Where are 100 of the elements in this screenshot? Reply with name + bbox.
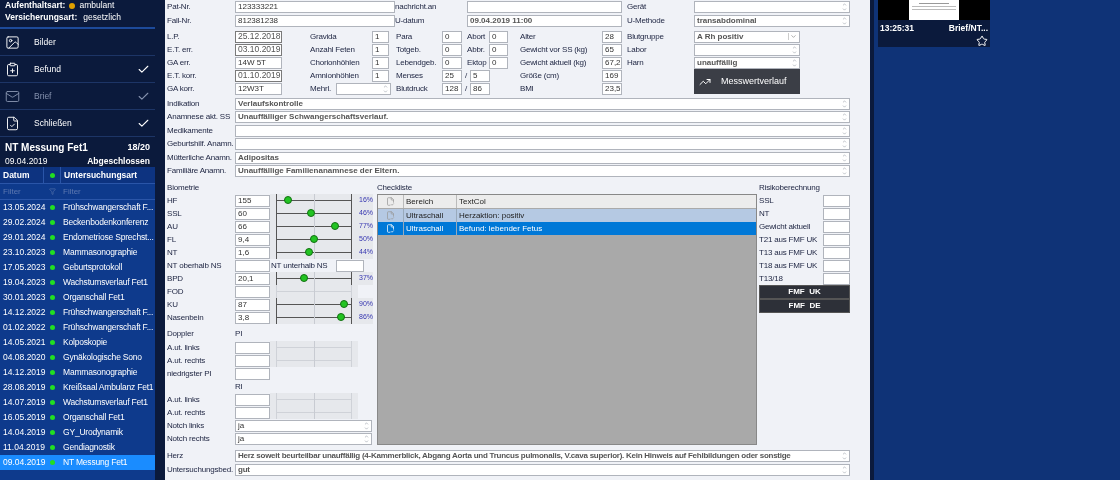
exam-list-row[interactable]: 29.01.2024 Endometriose Sprechst... <box>0 230 155 245</box>
input-field[interactable]: unauffällig <box>694 56 800 69</box>
input-field[interactable] <box>235 138 850 151</box>
exam-list-row[interactable]: 13.05.2024 Frühschwangerschaft F... <box>0 200 155 215</box>
exam-list-row[interactable]: 23.10.2023 Mammasonographie <box>0 245 155 260</box>
input-field[interactable]: 25 <box>442 69 462 82</box>
spinner-icon[interactable] <box>842 139 847 150</box>
slider[interactable] <box>276 298 352 311</box>
input-field[interactable]: 09.04.2019 11:00 <box>467 15 622 27</box>
input-field[interactable]: 67,2 <box>602 56 622 69</box>
input-field[interactable]: A Rh positiv <box>694 30 800 43</box>
input-field[interactable]: 86 <box>470 82 490 95</box>
input-field[interactable] <box>823 207 850 220</box>
input-field[interactable] <box>694 43 800 56</box>
input-field[interactable] <box>694 1 850 13</box>
slider[interactable] <box>276 207 352 220</box>
spinner-icon[interactable] <box>364 420 369 431</box>
slider-thumb[interactable] <box>284 196 293 204</box>
input-field[interactable]: 14W 5T <box>235 56 282 69</box>
spinner-icon[interactable] <box>364 433 369 444</box>
input-field[interactable]: 0 <box>489 30 508 43</box>
spinner-icon[interactable] <box>842 2 847 12</box>
spinner-icon[interactable] <box>842 125 847 136</box>
slider-thumb[interactable] <box>305 248 314 256</box>
exam-list-row[interactable]: 30.01.2023 Organschall Fet1 <box>0 290 155 305</box>
spinner-icon[interactable] <box>792 57 797 68</box>
exam-list-row[interactable]: 01.02.2022 Frühschwangerschaft F... <box>0 320 155 335</box>
input-field[interactable]: 03.10.2019 <box>235 43 282 56</box>
exam-list-row[interactable]: 11.04.2019 Gendiagnostik <box>0 440 155 455</box>
exam-list-row[interactable]: 29.02.2024 Beckenbodenkonferenz <box>0 215 155 230</box>
input-field[interactable]: Unauffälliger Schwangerschaftsverlauf. <box>235 111 850 124</box>
input-field[interactable] <box>467 1 622 13</box>
input-field[interactable]: gut <box>235 464 850 476</box>
exam-list-row[interactable]: 04.08.2020 Gynäkologische Sono <box>0 350 155 365</box>
input-field[interactable]: Verlaufskontrolle <box>235 97 850 110</box>
input-field[interactable]: 0 <box>442 30 462 43</box>
spinner-icon[interactable] <box>842 152 847 163</box>
input-field[interactable]: 1 <box>372 30 389 43</box>
exam-list-row[interactable]: 14.04.2019 GY_Urodynamik <box>0 425 155 440</box>
input-field[interactable]: 66 <box>235 220 270 233</box>
input-field[interactable]: 0 <box>442 56 462 69</box>
input-field[interactable]: 25.12.2018 <box>235 30 282 43</box>
checklist-row[interactable]: Ultraschall Befund: lebender Fetus <box>378 222 756 235</box>
input-field[interactable] <box>235 367 270 380</box>
input-field[interactable]: Herz soweit beurteilbar unauffällig (4-Kammerblick, Abgang Aorta und Truncus pulmonalis, V.cava superior). Kein Hinweis auf Fehlbildungen oder sonstige <box>235 450 850 462</box>
input-field[interactable]: ja <box>235 432 372 445</box>
input-field[interactable] <box>823 246 850 259</box>
slider-thumb[interactable] <box>306 209 315 217</box>
spinner-icon[interactable] <box>842 16 847 26</box>
spinner-icon[interactable] <box>842 98 847 109</box>
input-field[interactable]: 169 <box>602 69 622 82</box>
slider-thumb[interactable] <box>340 300 349 308</box>
input-field[interactable]: ja <box>235 419 372 432</box>
input-field[interactable] <box>235 393 270 406</box>
input-field[interactable]: Unauffällige Familienanamnese der Eltern. <box>235 165 850 178</box>
input-field[interactable] <box>235 354 270 367</box>
input-field[interactable]: 128 <box>442 82 462 95</box>
exam-list-row[interactable]: 14.12.2022 Frühschwangerschaft F... <box>0 305 155 320</box>
spinner-icon[interactable] <box>842 166 847 177</box>
slider[interactable] <box>276 311 352 324</box>
input-field[interactable] <box>823 194 850 207</box>
input-field[interactable] <box>336 82 391 95</box>
spinner-icon[interactable] <box>792 44 797 55</box>
filter-field[interactable]: Filter <box>0 185 44 198</box>
column-header[interactable]: TextCol <box>456 195 756 208</box>
input-field[interactable]: 123333221 <box>235 1 395 13</box>
slider-thumb[interactable] <box>310 235 318 243</box>
menu-item[interactable]: Bilder <box>0 29 155 56</box>
checklist-row[interactable]: Ultraschall Herzaktion: positiv <box>378 209 756 222</box>
input-field[interactable] <box>235 285 270 298</box>
exam-list-row[interactable]: 28.08.2019 Kreißsaal Ambulanz Fet1 <box>0 380 155 395</box>
input-field[interactable]: 812381238 <box>235 15 395 27</box>
spinner-icon[interactable] <box>842 451 847 461</box>
slider[interactable] <box>276 233 352 246</box>
filter-field[interactable]: Filter <box>60 185 150 198</box>
spinner-icon[interactable] <box>842 112 847 123</box>
input-field[interactable]: 12W3T <box>235 82 282 95</box>
exam-list-row[interactable]: 14.05.2021 Kolposkopie <box>0 335 155 350</box>
input-field[interactable]: 155 <box>235 194 270 207</box>
exam-list-row[interactable]: 14.07.2019 Wachstumsverlauf Fet1 <box>0 395 155 410</box>
input-field[interactable]: 0 <box>489 56 508 69</box>
input-field[interactable]: 23,5 <box>602 82 622 95</box>
slider[interactable] <box>276 272 352 285</box>
dropdown-caret-icon[interactable] <box>788 33 797 40</box>
input-field[interactable]: 65 <box>602 43 622 56</box>
input-field[interactable]: transabdominal <box>694 15 850 27</box>
slider[interactable] <box>276 246 352 259</box>
slider-thumb[interactable] <box>337 313 346 321</box>
exam-list-row[interactable]: 19.04.2023 Wachstumsverlauf Fet1 <box>0 275 155 290</box>
input-field[interactable]: 9,4 <box>235 233 270 246</box>
input-field[interactable] <box>823 272 850 285</box>
input-field[interactable]: 60 <box>235 207 270 220</box>
spinner-icon[interactable] <box>383 83 388 94</box>
input-field[interactable]: 1 <box>372 56 389 69</box>
input-field[interactable]: 5 <box>470 69 490 82</box>
input-field[interactable]: 1,6 <box>235 246 270 259</box>
input-field[interactable] <box>823 233 850 246</box>
slider-thumb[interactable] <box>300 274 309 282</box>
fmf-button[interactable]: FMF DE <box>759 299 850 313</box>
preview-card[interactable]: 13:25:31 Brief/NT... <box>878 0 990 47</box>
